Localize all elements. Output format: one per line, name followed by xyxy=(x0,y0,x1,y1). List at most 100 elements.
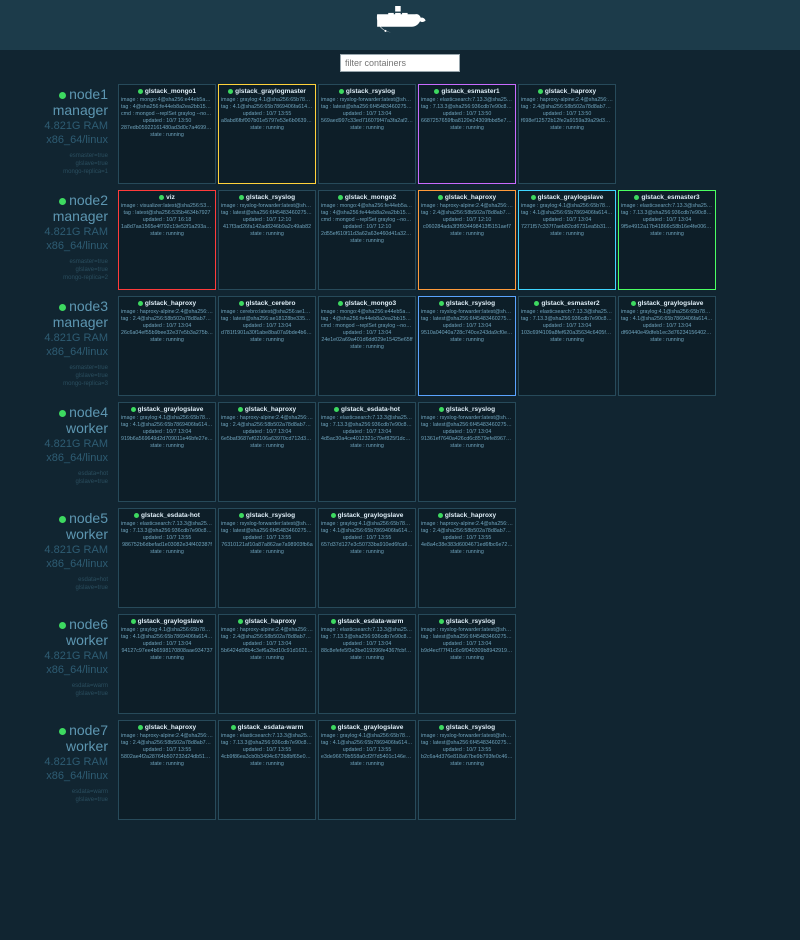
container-line: state : running xyxy=(121,231,213,238)
container-card[interactable]: glstack_haproxyimage : haproxy-alpine:2.… xyxy=(218,402,316,502)
node-row: node7worker4.821G RAMx86_64/linuxesdata=… xyxy=(8,720,792,820)
container-line: tag : 2.4@sha256:58b502a78d8ab72aef5 xyxy=(221,634,313,641)
container-card[interactable]: glstack_graylogslaveimage : graylog:4.1@… xyxy=(318,508,416,608)
node-labels: esdata=warmglslave=true xyxy=(8,682,108,698)
node-arch: x86_64/linux xyxy=(8,664,108,676)
container-card[interactable]: glstack_rsyslogimage : rsyslog-forwarder… xyxy=(218,508,316,608)
container-line: updated : 10/7 13:04 xyxy=(221,323,313,330)
container-card[interactable]: glstack_haproxyimage : haproxy-alpine:2.… xyxy=(118,296,216,396)
container-line: state : running xyxy=(221,655,313,662)
container-name: glstack_haproxy xyxy=(145,724,196,731)
status-dot-icon xyxy=(439,725,444,730)
node-labels: esdata=warmglslave=true xyxy=(8,788,108,804)
container-line: state : running xyxy=(321,761,413,768)
container-line: tag : latest@sha256:6f454834602752825 xyxy=(221,528,313,535)
container-card[interactable]: glstack_cerebroimage : cerebro:latest@sh… xyxy=(218,296,316,396)
container-card[interactable]: glstack_haproxyimage : haproxy-alpine:2.… xyxy=(418,190,516,290)
container-line: tag : 7.13.3@sha256:936cdb7e90c842f0 xyxy=(621,210,713,217)
container-card[interactable]: glstack_esdata-warmimage : elasticsearch… xyxy=(218,720,316,820)
container-card[interactable]: glstack_mongo1image : mongo:4@sha256:e44… xyxy=(118,84,216,184)
container-card[interactable]: glstack_haproxyimage : haproxy-alpine:2.… xyxy=(218,614,316,714)
container-line: image : graylog:4.1@sha256:65b78694068 xyxy=(321,521,413,528)
container-line: updated : 10/7 13:55 xyxy=(121,747,213,754)
container-line: updated : 10/7 13:50 xyxy=(421,111,513,118)
container-name: glstack_rsyslog xyxy=(446,406,495,413)
container-card[interactable]: glstack_rsyslogimage : rsyslog-forwarder… xyxy=(418,720,516,820)
container-name: glstack_esdata-warm xyxy=(238,724,304,731)
container-name: glstack_haproxy xyxy=(245,618,296,625)
status-dot-icon xyxy=(631,301,636,306)
container-card[interactable]: glstack_graylogmasterimage : graylog:4.1… xyxy=(218,84,316,184)
container-line: 4cb9f86ea3cb0b3494c673b8bf65e01716 xyxy=(221,754,313,761)
node-label: glslave=true xyxy=(8,372,108,380)
container-title: glstack_rsyslog xyxy=(421,618,513,625)
container-card[interactable]: glstack_esdata-warmimage : elasticsearch… xyxy=(318,614,416,714)
status-dot-icon xyxy=(59,92,66,99)
container-name: glstack_graylogslave xyxy=(338,512,404,519)
node-head: node7worker4.821G RAMx86_64/linuxesdata=… xyxy=(8,720,118,804)
container-line: 287edb05922161480ad3d0c7a46990f3c3ef8 xyxy=(121,125,213,132)
container-line: state : running xyxy=(121,549,213,556)
container-card[interactable]: glstack_graylogslaveimage : graylog:4.1@… xyxy=(318,720,416,820)
container-line: updated : 10/7 13:55 xyxy=(321,747,413,754)
container-card[interactable]: glstack_graylogslaveimage : graylog:4.1@… xyxy=(618,296,716,396)
container-card[interactable]: glstack_mongo3image : mongo:4@sha256:e44… xyxy=(318,296,416,396)
container-card[interactable]: glstack_rsyslogimage : rsyslog-forwarder… xyxy=(218,190,316,290)
container-card[interactable]: glstack_haproxyimage : haproxy-alpine:2.… xyxy=(118,720,216,820)
container-title: glstack_haproxy xyxy=(121,724,213,731)
container-name: glstack_esmaster1 xyxy=(441,88,499,95)
container-line: tag : 4@sha256:fe44eb8a2ea2bb154071f xyxy=(321,316,413,323)
container-card[interactable]: glstack_rsyslogimage : rsyslog-forwarder… xyxy=(318,84,416,184)
node-label: glslave=true xyxy=(8,584,108,592)
container-card[interactable]: glstack_esdata-hotimage : elasticsearch:… xyxy=(318,402,416,502)
container-line: updated : 10/7 13:50 xyxy=(121,118,213,125)
container-card[interactable]: glstack_esmaster2image : elasticsearch:7… xyxy=(518,296,616,396)
container-name: glstack_esdata-warm xyxy=(338,618,404,625)
container-title: glstack_cerebro xyxy=(221,300,313,307)
container-line: image : graylog:4.1@sha256:65b7869406 xyxy=(521,203,613,210)
container-line: 4d5ac30a4ce4012321c79ef825f1dc16fea xyxy=(321,436,413,443)
container-card[interactable]: glstack_esmaster1image : elasticsearch:7… xyxy=(418,84,516,184)
container-card[interactable]: glstack_graylogslaveimage : graylog:4.1@… xyxy=(118,614,216,714)
container-card[interactable]: glstack_rsyslogimage : rsyslog-forwarder… xyxy=(418,614,516,714)
node-label: esdata=hot xyxy=(8,576,108,584)
containers: glstack_haproxyimage : haproxy-alpine:2.… xyxy=(118,720,792,820)
container-line: image : haproxy-alpine:2.4@sha256:58b5 xyxy=(421,203,513,210)
node-ram: 4.821G RAM xyxy=(8,120,108,132)
container-name: glstack_graylogslave xyxy=(638,300,704,307)
container-line: tag : latest@sha256:6f454834602752825 xyxy=(421,634,513,641)
container-title: glstack_mongo1 xyxy=(121,88,213,95)
container-line: state : running xyxy=(421,125,513,132)
container-card[interactable]: glstack_haproxyimage : haproxy-alpine:2.… xyxy=(418,508,516,608)
container-name: glstack_rsyslog xyxy=(446,300,495,307)
container-card[interactable]: glstack_graylogslaveimage : graylog:4.1@… xyxy=(118,402,216,502)
container-card[interactable]: glstack_esmaster3image : elasticsearch:7… xyxy=(618,190,716,290)
container-line: updated : 10/7 12:10 xyxy=(321,224,413,231)
container-line: tag : latest@sha256:6f454834602752825 xyxy=(421,422,513,429)
container-title: glstack_graylogslave xyxy=(521,194,613,201)
container-line: tag : 2.4@sha256:58b502a78d8ab72aef5 xyxy=(421,528,513,535)
container-line: image : graylog:4.1@sha256:65b78694068 xyxy=(621,309,713,316)
filter-input[interactable] xyxy=(340,54,460,72)
header-bar xyxy=(0,0,800,50)
node-name: node6 xyxy=(8,616,108,632)
container-line: updated : 10/7 12:10 xyxy=(421,217,513,224)
container-line: cmd : mongod --replSet graylog --noauth xyxy=(321,323,413,330)
container-title: glstack_rsyslog xyxy=(421,406,513,413)
container-line: updated : 10/7 13:04 xyxy=(121,641,213,648)
status-dot-icon xyxy=(59,516,66,523)
container-line: tag : 7.13.3@sha256:936cdb7e90c842f0 xyxy=(121,528,213,535)
container-line: state : running xyxy=(421,337,513,344)
container-card[interactable]: vizimage : visualizer:latest@sha256:533b… xyxy=(118,190,216,290)
container-card[interactable]: glstack_graylogslaveimage : graylog:4.1@… xyxy=(518,190,616,290)
container-name: viz xyxy=(166,194,175,201)
container-card[interactable]: glstack_esdata-hotimage : elasticsearch:… xyxy=(118,508,216,608)
container-card[interactable]: glstack_mongo2image : mongo:4@sha256:fe4… xyxy=(318,190,416,290)
container-line: updated : 10/7 13:04 xyxy=(321,641,413,648)
container-line: state : running xyxy=(121,761,213,768)
node-labels: esmaster=trueglslave=truemongo-replica=3 xyxy=(8,364,108,388)
container-title: glstack_haproxy xyxy=(221,618,313,625)
container-card[interactable]: glstack_rsyslogimage : rsyslog-forwarder… xyxy=(418,296,516,396)
container-card[interactable]: glstack_rsyslogimage : rsyslog-forwarder… xyxy=(418,402,516,502)
container-card[interactable]: glstack_haproxyimage : haproxy-alpine:2.… xyxy=(518,84,616,184)
